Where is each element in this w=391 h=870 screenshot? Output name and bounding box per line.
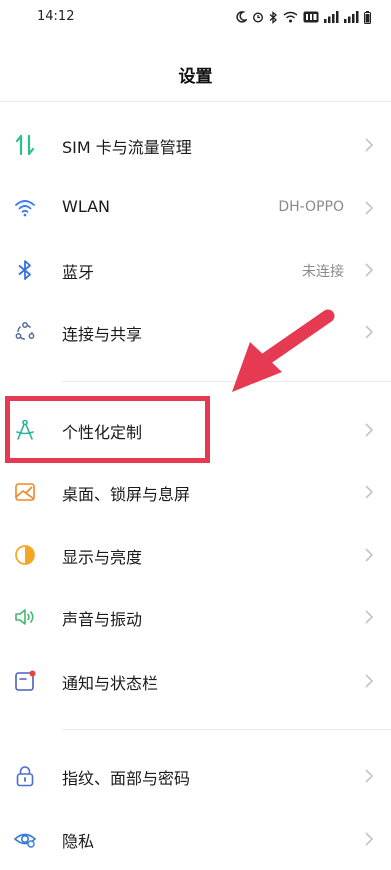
settings-item-label: 通知与状态栏 — [62, 674, 159, 693]
wifi-icon — [13, 196, 37, 220]
wallpaper-icon — [13, 480, 37, 504]
settings-item-wlan[interactable]: WLAN DH-OPPO — [0, 177, 391, 239]
settings-item-label: SIM 卡与流量管理 — [62, 138, 192, 157]
chevron-right-icon — [365, 138, 374, 152]
settings-item-privacy[interactable]: 隐私 — [0, 808, 391, 870]
settings-item-label: 声音与振动 — [62, 610, 143, 629]
chevron-right-icon — [365, 610, 374, 624]
privacy-eye-icon — [13, 827, 37, 851]
settings-item-security[interactable]: 指纹、面部与密码 — [0, 745, 391, 807]
bluetooth-icon — [13, 258, 37, 282]
speaker-icon — [13, 605, 37, 629]
moon-icon — [236, 11, 247, 23]
section-divider — [62, 729, 391, 730]
chevron-right-icon — [365, 674, 374, 688]
notification-icon — [13, 669, 37, 693]
settings-item-label: 指纹、面部与密码 — [62, 769, 191, 788]
status-bar: 14:12 — [0, 0, 391, 34]
settings-item-value: 未连接 — [302, 264, 344, 280]
chevron-right-icon — [365, 325, 374, 339]
chevron-right-icon — [365, 423, 374, 437]
chevron-right-icon — [365, 548, 374, 562]
page-title: 设置 — [178, 67, 213, 87]
hd-icon — [303, 11, 319, 23]
settings-item-desktop-lockscreen[interactable]: 桌面、锁屏与息屏 — [0, 461, 391, 523]
status-time: 14:12 — [37, 9, 75, 24]
battery-icon — [364, 10, 371, 24]
chevron-right-icon — [365, 263, 374, 277]
settings-item-sim[interactable]: SIM 卡与流量管理 — [0, 114, 391, 176]
brightness-icon — [13, 543, 37, 567]
settings-item-label: 蓝牙 — [62, 263, 95, 282]
settings-item-label: 显示与亮度 — [62, 548, 143, 567]
alarm-icon — [252, 12, 264, 23]
lock-icon — [13, 764, 37, 788]
chevron-right-icon — [365, 485, 374, 499]
settings-item-label: 隐私 — [62, 832, 95, 851]
status-icons — [236, 8, 371, 26]
bluetooth-status-icon — [269, 10, 277, 24]
connection-share-icon — [13, 320, 37, 344]
sim-data-icon — [13, 133, 37, 157]
settings-item-display[interactable]: 显示与亮度 — [0, 524, 391, 586]
settings-item-bluetooth[interactable]: 蓝牙 未连接 — [0, 239, 391, 301]
settings-item-sound[interactable]: 声音与振动 — [0, 586, 391, 648]
section-divider — [62, 381, 391, 382]
settings-item-value: DH-OPPO — [278, 199, 344, 215]
chevron-right-icon — [365, 769, 374, 783]
signal-icon-2 — [344, 11, 359, 23]
settings-item-connection[interactable]: 连接与共享 — [0, 301, 391, 363]
settings-item-label: 桌面、锁屏与息屏 — [62, 485, 191, 504]
settings-item-notification[interactable]: 通知与状态栏 — [0, 650, 391, 712]
chevron-right-icon — [365, 832, 374, 846]
signal-icon — [324, 11, 339, 23]
settings-item-label: 连接与共享 — [62, 325, 143, 344]
annotation-highlight-box — [5, 396, 210, 463]
settings-item-label: WLAN — [62, 197, 111, 216]
wifi-status-icon — [283, 11, 298, 23]
header-divider — [0, 101, 391, 102]
chevron-right-icon — [365, 201, 374, 215]
